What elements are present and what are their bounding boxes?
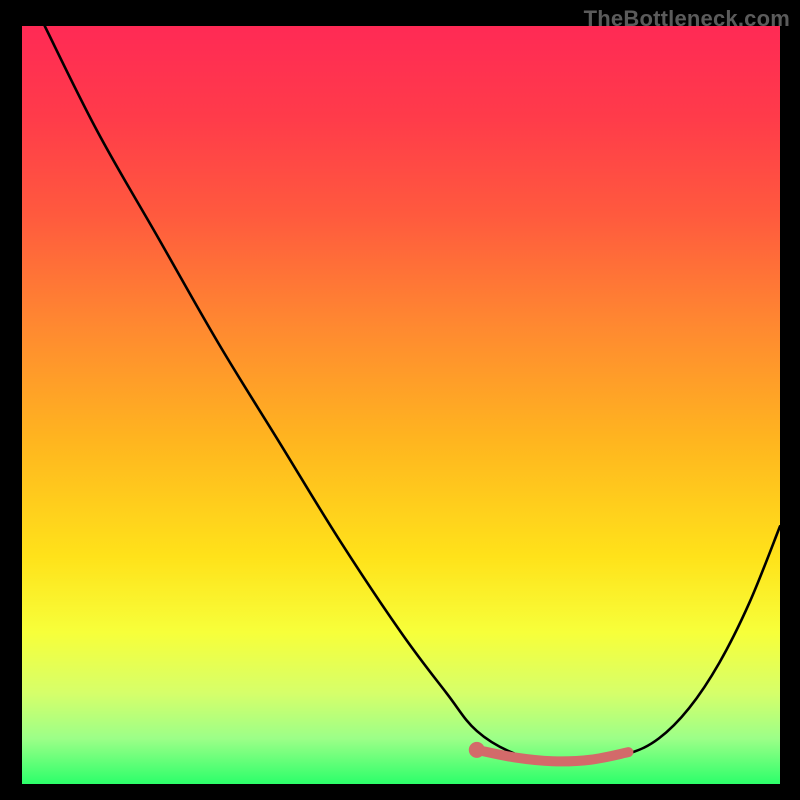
plot-area xyxy=(22,26,780,784)
highlight-marker xyxy=(469,742,485,758)
chart-root: TheBottleneck.com xyxy=(0,0,800,800)
gradient-background xyxy=(22,26,780,784)
chart-svg xyxy=(22,26,780,784)
